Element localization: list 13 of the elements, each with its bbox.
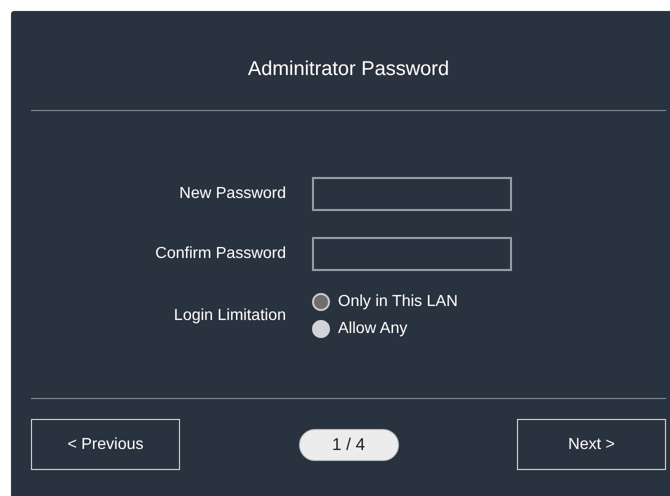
radio-label[interactable]: Only in This LAN bbox=[338, 293, 458, 311]
password-field[interactable] bbox=[312, 177, 512, 211]
radio-label[interactable]: Allow Any bbox=[338, 320, 408, 338]
radio-button[interactable] bbox=[312, 320, 330, 338]
dialog-title: Adminitrator Password bbox=[248, 58, 450, 80]
password-field[interactable] bbox=[312, 237, 512, 271]
page-indicator: 1 / 4 bbox=[298, 428, 398, 460]
field-label: Confirm Password bbox=[154, 245, 286, 263]
field-label: New Password bbox=[178, 185, 286, 203]
field-label: Login Limitation bbox=[172, 306, 286, 324]
next-button[interactable]: Next > bbox=[517, 419, 666, 470]
radio-button[interactable] bbox=[312, 293, 330, 311]
previous-button[interactable]: < Previous bbox=[31, 419, 180, 470]
